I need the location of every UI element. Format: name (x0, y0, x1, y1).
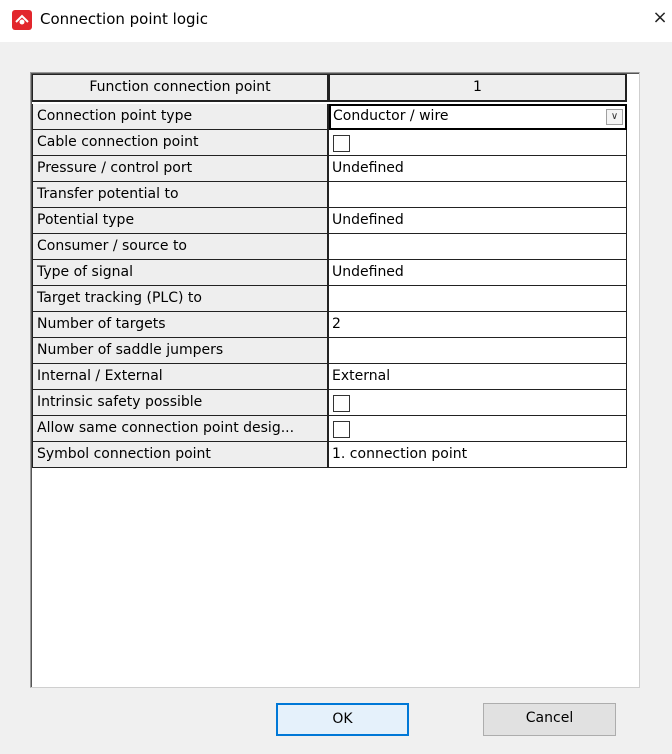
row-value[interactable]: Undefined (329, 260, 627, 286)
row-label: Potential type (32, 208, 329, 234)
row-label: Internal / External (32, 364, 329, 390)
grid-row: Symbol connection point 1. connection poi… (32, 442, 627, 468)
eplan-app-icon (12, 10, 32, 30)
checkbox[interactable] (333, 135, 350, 152)
row-value[interactable] (329, 286, 627, 312)
close-button[interactable]: × (648, 4, 672, 34)
row-label: Connection point type (32, 104, 329, 130)
row-checkbox-cell[interactable] (329, 416, 627, 442)
row-label: Consumer / source to (32, 234, 329, 260)
grid-row: Number of saddle jumpers (32, 338, 627, 364)
row-value[interactable] (329, 338, 627, 364)
row-label: Target tracking (PLC) to (32, 286, 329, 312)
checkbox[interactable] (333, 395, 350, 412)
row-label: Cable connection point (32, 130, 329, 156)
grid-row: Allow same connection point desig... (32, 416, 627, 442)
row-value[interactable]: 2 (329, 312, 627, 338)
grid-row: Number of targets 2 (32, 312, 627, 338)
grid-row: Connection point type Conductor / wire ∨ (32, 104, 627, 130)
column-header-index: 1 (329, 74, 627, 102)
grid-row: Internal / External External (32, 364, 627, 390)
grid-row: Consumer / source to (32, 234, 627, 260)
chevron-down-icon[interactable]: ∨ (606, 109, 623, 125)
row-label: Number of saddle jumpers (32, 338, 329, 364)
grid-row: Cable connection point (32, 130, 627, 156)
row-checkbox-cell[interactable] (329, 390, 627, 416)
column-header-function-connection-point: Function connection point (32, 74, 329, 102)
ok-button[interactable]: OK (276, 703, 409, 736)
row-label: Type of signal (32, 260, 329, 286)
row-label: Number of targets (32, 312, 329, 338)
row-label: Transfer potential to (32, 182, 329, 208)
grid-row: Potential type Undefined (32, 208, 627, 234)
row-label: Allow same connection point desig... (32, 416, 329, 442)
row-label: Symbol connection point (32, 442, 329, 468)
row-value[interactable] (329, 234, 627, 260)
checkbox[interactable] (333, 421, 350, 438)
connection-point-logic-dialog: Connection point logic × Function connec… (0, 0, 672, 754)
grid-row: Target tracking (PLC) to (32, 286, 627, 312)
cancel-button[interactable]: Cancel (483, 703, 616, 736)
row-checkbox-cell[interactable] (329, 130, 627, 156)
grid-row: Intrinsic safety possible (32, 390, 627, 416)
dropdown-value: Conductor / wire (333, 108, 449, 124)
row-label: Pressure / control port (32, 156, 329, 182)
row-label: Intrinsic safety possible (32, 390, 329, 416)
property-grid[interactable]: Function connection point 1 Connection p… (30, 72, 640, 688)
row-value[interactable]: Undefined (329, 208, 627, 234)
connection-point-type-dropdown[interactable]: Conductor / wire ∨ (329, 104, 627, 130)
window-title: Connection point logic (40, 10, 208, 28)
close-icon: × (652, 7, 668, 28)
grid-row: Transfer potential to (32, 182, 627, 208)
grid-rows: Connection point type Conductor / wire ∨ Ca… (32, 104, 627, 468)
row-value[interactable]: Undefined (329, 156, 627, 182)
grid-row: Pressure / control port Undefined (32, 156, 627, 182)
row-value[interactable]: 1. connection point (329, 442, 627, 468)
row-value[interactable]: External (329, 364, 627, 390)
row-value[interactable] (329, 182, 627, 208)
grid-header: Function connection point 1 (32, 74, 627, 102)
title-bar: Connection point logic × (0, 0, 672, 42)
grid-row: Type of signal Undefined (32, 260, 627, 286)
